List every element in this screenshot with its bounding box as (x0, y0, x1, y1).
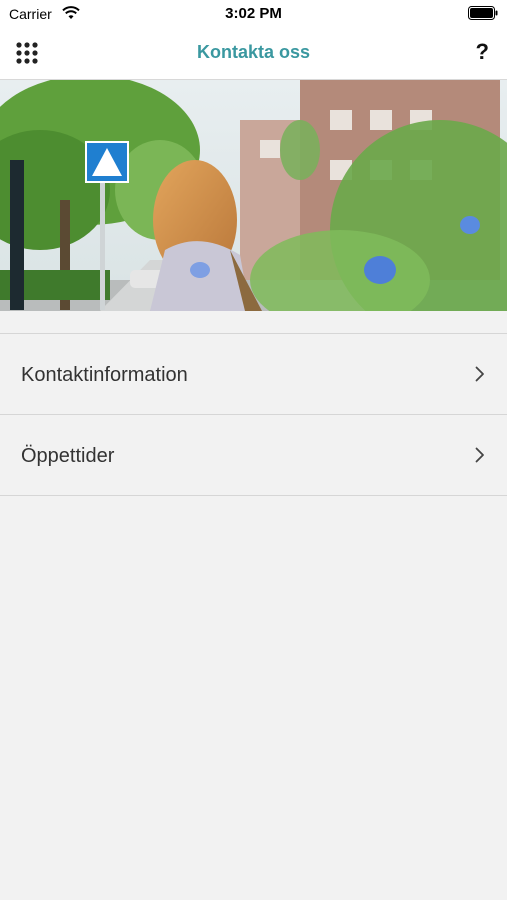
chevron-right-icon (475, 447, 484, 463)
list-item-label: Öppettider (21, 445, 115, 467)
hero-image (0, 80, 507, 311)
battery-icon (468, 6, 498, 20)
help-icon[interactable]: ? (476, 39, 489, 65)
navigation-bar: Kontakta oss ? (0, 28, 507, 80)
status-time: 3:02 PM (225, 5, 282, 22)
list-item-label: Kontaktinformation (21, 364, 188, 386)
menu-list: Kontaktinformation Öppettider (0, 333, 507, 496)
page-title: Kontakta oss (196, 42, 311, 62)
list-item-kontaktinformation[interactable]: Kontaktinformation (0, 334, 507, 415)
chevron-right-icon (475, 366, 484, 382)
status-bar: Carrier 3:02 PM (0, 0, 507, 28)
list-item-oppettider[interactable]: Öppettider (0, 415, 507, 496)
